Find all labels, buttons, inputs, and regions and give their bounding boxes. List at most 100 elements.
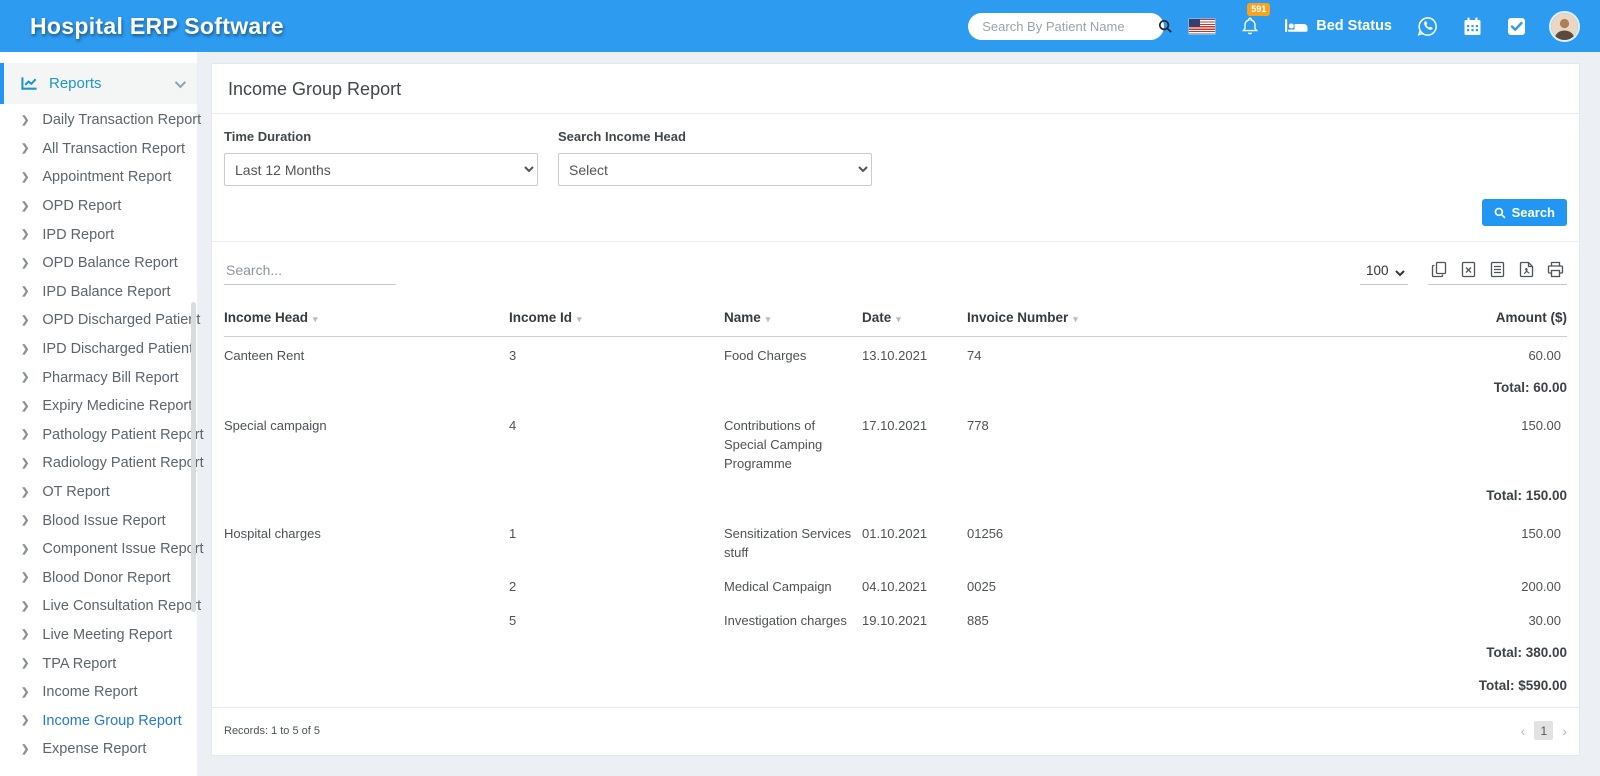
time-duration-select[interactable]: Last 12 Months — [224, 153, 538, 186]
prev-page-button[interactable]: ‹ — [1521, 724, 1526, 738]
sidebar-item-live-consultation-report[interactable]: ❯ Live Consultation Report — [0, 592, 201, 621]
column-header[interactable]: Income Id ▾ — [509, 297, 724, 336]
sidebar-item-expiry-medicine-report[interactable]: ❯ Expiry Medicine Report — [0, 392, 197, 421]
table-cell: Food Charges — [724, 348, 807, 363]
table-cell: 01.10.2021 — [862, 526, 928, 541]
sidebar-item-ipd-report[interactable]: ❯ IPD Report — [0, 220, 197, 249]
table-cell — [224, 602, 509, 636]
sidebar-item-expense-report[interactable]: ❯ Expense Report — [0, 735, 197, 764]
sidebar-item-ot-report[interactable]: ❯ OT Report — [0, 478, 197, 507]
sidebar-item-label: Income Report — [42, 684, 138, 701]
chevron-down-icon — [174, 76, 187, 88]
sidebar-item-label: Income Group Report — [42, 712, 182, 729]
chevron-right-icon: ❯ — [21, 743, 30, 755]
csv-export-icon[interactable] — [1489, 261, 1506, 278]
tasks-button[interactable] — [1507, 17, 1526, 36]
column-header[interactable]: Date ▾ — [862, 297, 967, 336]
sidebar-item-daily-transaction-report[interactable]: ❯ Daily Transaction Report — [0, 106, 201, 135]
table-cell: 19.10.2021 — [862, 613, 928, 628]
sidebar-item-ipd-discharged-patient[interactable]: ❯ IPD Discharged Patient — [0, 335, 197, 364]
table-cell: Contributions of Special Camping Program… — [724, 418, 823, 471]
sidebar: Reports ❯ Daily Transaction Report ❯ All Tr… — [0, 52, 204, 776]
table-cell: Hospital charges — [224, 526, 321, 541]
patient-search-box[interactable] — [968, 12, 1172, 40]
table-search-input[interactable] — [224, 260, 396, 285]
search-icon[interactable] — [1158, 19, 1173, 34]
table-row: Canteen Rent 3 Food Charges 13.10.2021 74 60.… — [224, 337, 1567, 371]
excel-export-icon[interactable] — [1460, 261, 1477, 278]
next-page-button[interactable]: › — [1562, 724, 1567, 738]
chevron-right-icon: ❯ — [21, 572, 30, 584]
sidebar-item-blood-donor-report[interactable]: ❯ Blood Donor Report — [0, 564, 197, 593]
user-avatar[interactable] — [1551, 12, 1578, 40]
current-page-button[interactable]: 1 — [1534, 721, 1554, 740]
income-head-select[interactable]: Select — [558, 153, 872, 186]
sidebar-item-blood-issue-report[interactable]: ❯ Blood Issue Report — [0, 506, 197, 535]
sidebar-item-label: IPD Report — [42, 226, 115, 243]
table-cell: 150.00 — [1521, 526, 1561, 541]
sidebar-item-pathology-patient-report[interactable]: ❯ Pathology Patient Report — [0, 421, 204, 450]
chevron-right-icon: ❯ — [21, 171, 30, 183]
pagination: ‹ 1 › — [1521, 721, 1567, 740]
sidebar-scrollbar[interactable] — [191, 302, 196, 612]
filter-row: Time Duration Last 12 Months Search Inco… — [212, 114, 1579, 186]
sidebar-item-label: OPD Discharged Patient — [42, 312, 201, 329]
search-button[interactable]: Search — [1481, 199, 1567, 226]
chevron-right-icon: ❯ — [21, 543, 30, 555]
sidebar-item-radiology-patient-report[interactable]: ❯ Radiology Patient Report — [0, 449, 204, 478]
sidebar-item-opd-report[interactable]: ❯ OPD Report — [0, 192, 197, 221]
column-header[interactable]: Invoice Number ▾ — [967, 297, 1167, 336]
language-flag-icon[interactable] — [1189, 18, 1216, 34]
whatsapp-icon — [1417, 16, 1438, 37]
sidebar-item-component-issue-report[interactable]: ❯ Component Issue Report — [0, 535, 204, 564]
column-header: Amount ($) — [1495, 310, 1567, 325]
sidebar-section-label: Reports — [49, 75, 102, 92]
sort-icon: ▾ — [1073, 314, 1078, 324]
calendar-icon — [1463, 17, 1482, 36]
sidebar-item-income-group-report[interactable]: ❯ Income Group Report — [0, 706, 197, 735]
time-duration-label: Time Duration — [224, 129, 312, 144]
sidebar-item-live-meeting-report[interactable]: ❯ Live Meeting Report — [0, 621, 197, 650]
table-cell: 13.10.2021 — [862, 348, 928, 363]
column-header[interactable]: Income Head ▾ — [224, 297, 509, 336]
table-cell: 17.10.2021 — [862, 418, 928, 433]
table-cell: 885 — [967, 613, 989, 628]
table-cell: 5 — [509, 613, 517, 628]
table-cell: 74 — [967, 348, 982, 363]
sidebar-item-label: Daily Transaction Report — [42, 112, 202, 129]
bed-status-button[interactable]: Bed Status — [1285, 18, 1392, 34]
sidebar-item-appointment-report[interactable]: ❯ Appointment Report — [0, 163, 197, 192]
sidebar-item-income-report[interactable]: ❯ Income Report — [0, 678, 197, 707]
sidebar-item-opd-discharged-patient[interactable]: ❯ OPD Discharged Patient — [0, 306, 201, 335]
sidebar-item-tpa-report[interactable]: ❯ TPA Report — [0, 649, 197, 678]
page-size-select[interactable]: 100 — [1360, 262, 1408, 285]
table-cell: 04.10.2021 — [862, 579, 928, 594]
print-icon[interactable] — [1547, 261, 1564, 278]
table-row: 2 Medical Campaign 04.10.2021 0025 200.00 — [224, 568, 1567, 602]
notifications-button[interactable]: 591 — [1240, 3, 1271, 36]
sidebar-item-all-transaction-report[interactable]: ❯ All Transaction Report — [0, 135, 197, 164]
table-row: 5 Investigation charges 19.10.2021 885 30.00 — [224, 602, 1567, 636]
table-body: Canteen Rent 3 Food Charges 13.10.2021 74 60.… — [224, 337, 1567, 672]
table-row: Special campaign 4 Contributions of Specia… — [224, 407, 1567, 479]
chevron-right-icon: ❯ — [21, 372, 30, 384]
sidebar-item-label: IPD Discharged Patient — [42, 341, 194, 358]
patient-search-input[interactable] — [982, 18, 1159, 34]
sidebar-item-label: Expiry Medicine Report — [42, 398, 193, 415]
column-header[interactable]: Name ▾ — [724, 297, 862, 336]
sidebar-item-pharmacy-bill-report[interactable]: ❯ Pharmacy Bill Report — [0, 363, 197, 392]
copy-icon[interactable] — [1431, 261, 1448, 278]
sidebar-item-label: All Transaction Report — [42, 140, 186, 157]
income-head-label: Search Income Head — [558, 129, 686, 144]
calendar-button[interactable] — [1463, 17, 1482, 36]
pdf-export-icon[interactable] — [1518, 261, 1535, 278]
check-square-icon — [1507, 17, 1526, 36]
chevron-right-icon: ❯ — [21, 114, 30, 126]
sidebar-item-opd-balance-report[interactable]: ❯ OPD Balance Report — [0, 249, 197, 278]
sidebar-item-label: Blood Donor Report — [42, 569, 171, 586]
sidebar-section-reports[interactable]: Reports — [0, 63, 197, 104]
chevron-right-icon: ❯ — [21, 286, 30, 298]
group-total: Total: 150.00 — [1486, 488, 1567, 503]
whatsapp-button[interactable] — [1417, 16, 1438, 37]
sidebar-item-ipd-balance-report[interactable]: ❯ IPD Balance Report — [0, 278, 197, 307]
